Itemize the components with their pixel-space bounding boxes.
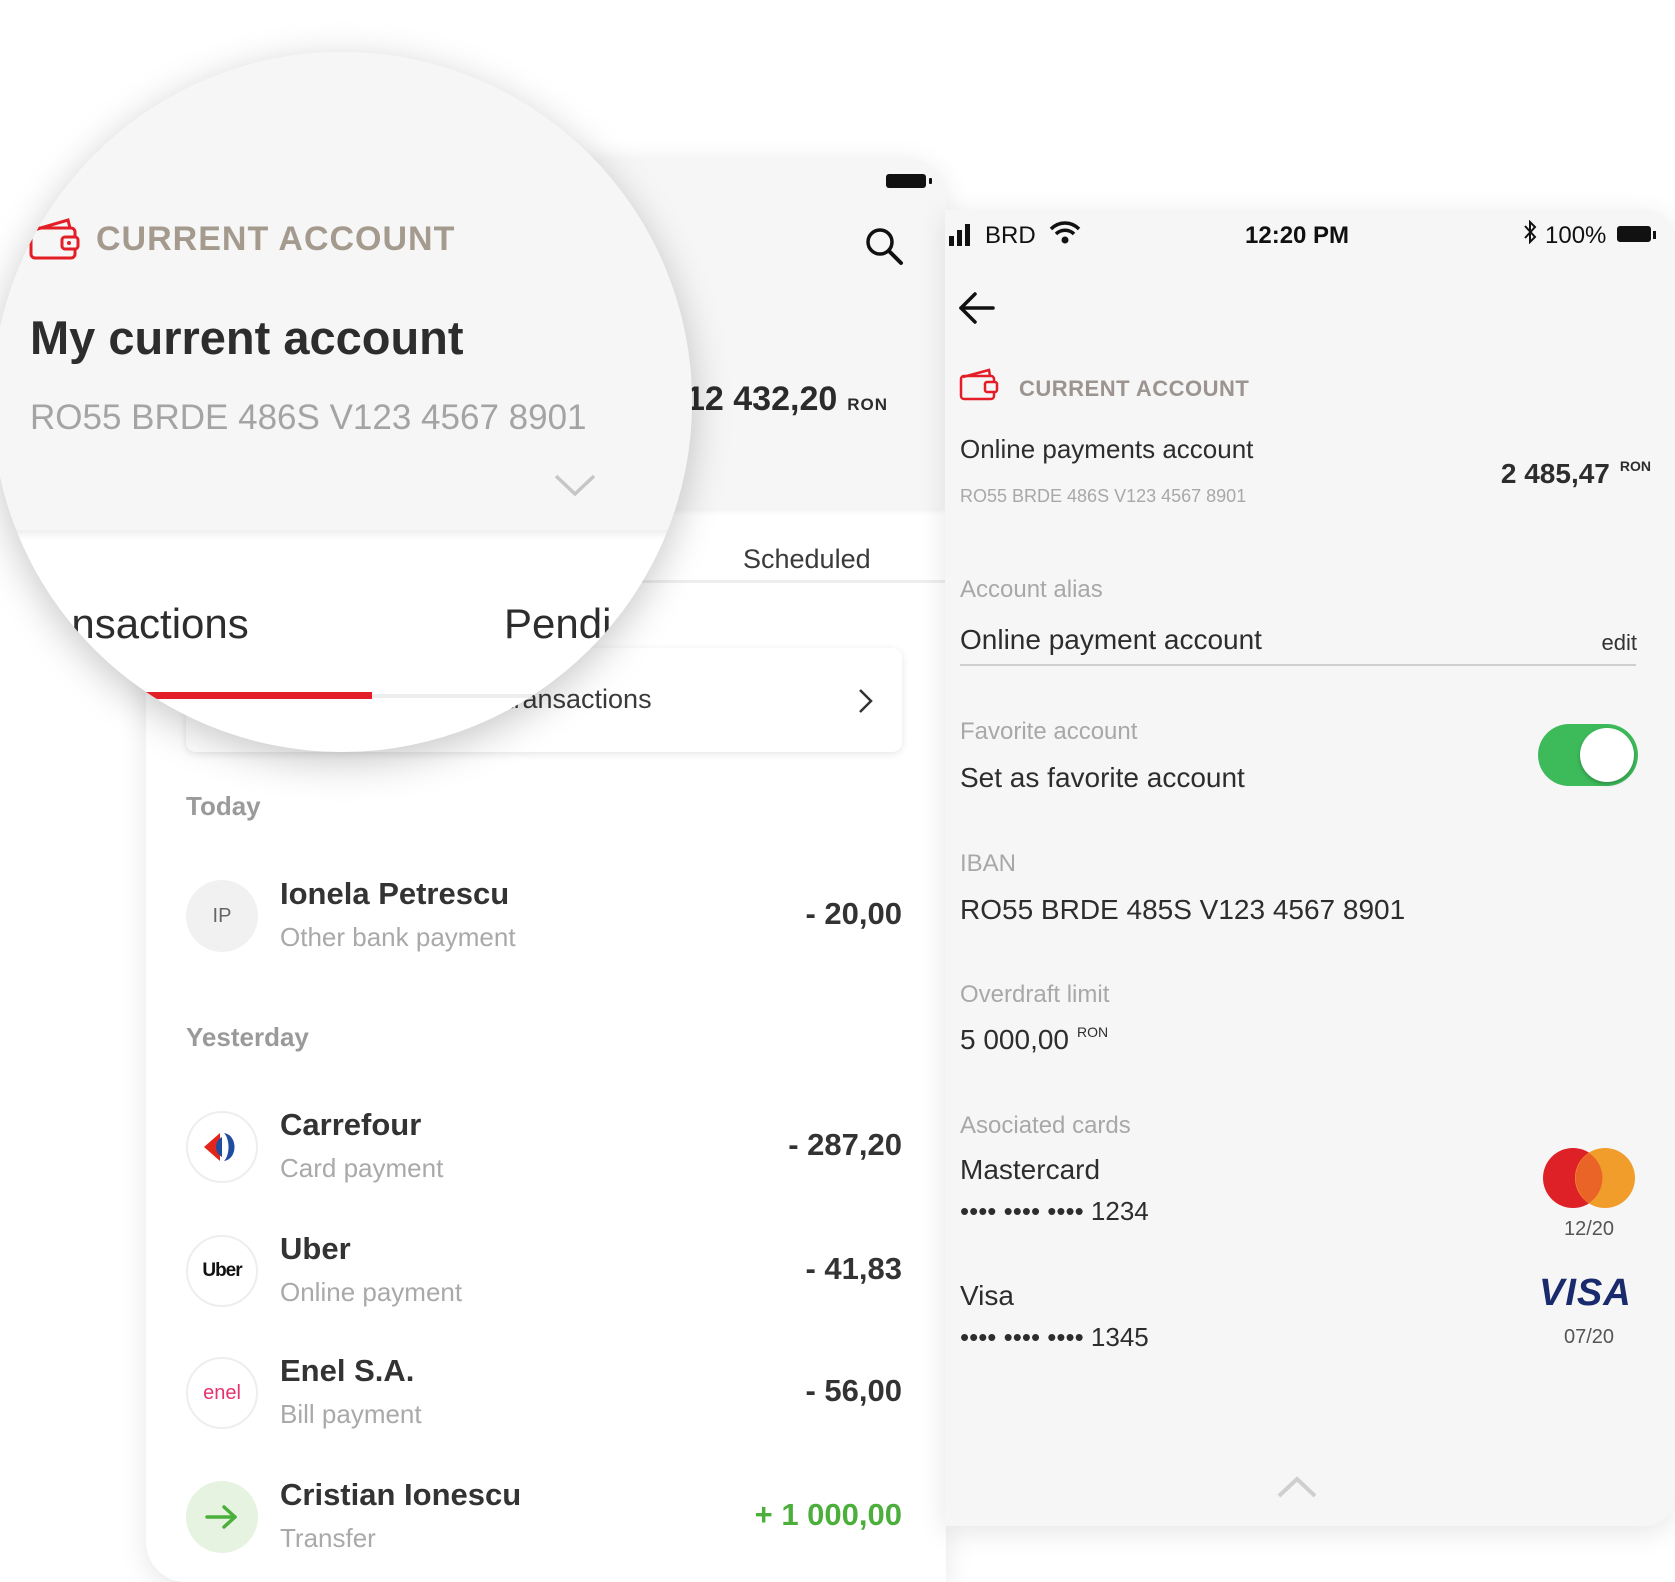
active-tab-indicator bbox=[32, 692, 372, 699]
account-balance: 2 485,47 RON bbox=[1501, 458, 1651, 490]
battery-icon bbox=[1617, 226, 1651, 242]
chevron-right-icon bbox=[859, 689, 873, 713]
transaction-name: Ionela Petrescu bbox=[280, 876, 510, 911]
status-bar: BRD 12:20 PM 100% bbox=[945, 220, 1675, 258]
battery-percent: 100% bbox=[1545, 222, 1607, 249]
battery-tip bbox=[1653, 231, 1656, 239]
transaction-name: Enel S.A. bbox=[280, 1353, 415, 1388]
favorite-label: Favorite account bbox=[960, 718, 1138, 745]
magnified-header bbox=[0, 52, 692, 530]
tab-scheduled[interactable]: Scheduled bbox=[743, 544, 871, 575]
card-name: Visa bbox=[960, 1280, 1014, 1311]
account-balance: 12 432,20 RON bbox=[686, 380, 888, 419]
wifi-icon bbox=[1049, 221, 1081, 244]
transaction-name: Uber bbox=[280, 1231, 351, 1266]
transaction-row[interactable]: Carrefour Card payment - 287,20 bbox=[146, 1107, 946, 1221]
transaction-type: Card payment bbox=[280, 1153, 444, 1183]
account-iban: RO55 BRDE 486S V123 4567 8901 bbox=[30, 398, 587, 437]
chevron-up-icon[interactable] bbox=[1275, 1474, 1319, 1500]
carrefour-logo-icon bbox=[186, 1111, 258, 1183]
uber-logo-icon: Uber bbox=[186, 1235, 258, 1307]
avatar: IP bbox=[186, 880, 258, 952]
transaction-amount: - 56,00 bbox=[805, 1373, 902, 1408]
day-label-yesterday: Yesterday bbox=[186, 1022, 309, 1052]
transaction-amount: - 287,20 bbox=[788, 1127, 902, 1162]
magnifier-zoom: CURRENT ACCOUNT My current account RO55 … bbox=[0, 52, 692, 752]
transaction-amount: - 41,83 bbox=[805, 1251, 902, 1286]
transaction-row[interactable]: Uber Uber Online payment - 41,83 bbox=[146, 1231, 946, 1345]
account-iban: RO55 BRDE 486S V123 4567 8901 bbox=[960, 486, 1247, 506]
clock: 12:20 PM bbox=[1245, 222, 1350, 249]
card-expiry: 12/20 bbox=[1563, 1218, 1615, 1240]
transaction-row[interactable]: IP Ionela Petrescu Other bank payment - … bbox=[146, 876, 946, 990]
transaction-row[interactable]: Cristian Ionescu Transfer + 1 000,00 bbox=[146, 1477, 946, 1582]
transaction-type: Online payment bbox=[280, 1277, 463, 1307]
account-details-screen: BRD 12:20 PM 100% CURRENT ACCOUNT Online… bbox=[945, 210, 1675, 1526]
mastercard-logo-icon bbox=[1543, 1148, 1635, 1208]
overdraft-amount: 5 000,00 bbox=[960, 1024, 1069, 1055]
toggle-knob bbox=[1580, 728, 1634, 782]
wallet-icon bbox=[29, 218, 80, 260]
overdraft-label: Overdraft limit bbox=[960, 981, 1110, 1008]
edit-alias-button[interactable]: edit bbox=[1602, 630, 1637, 656]
signal-bar bbox=[965, 224, 970, 246]
card-row-visa[interactable]: Visa •••• •••• •••• 1345 VISA 07/20 bbox=[945, 1272, 1675, 1390]
transaction-name: Carrefour bbox=[280, 1107, 422, 1142]
carrier-name: BRD bbox=[985, 222, 1036, 249]
card-number: •••• •••• •••• 1234 bbox=[960, 1196, 1149, 1226]
arrow-right-icon bbox=[186, 1481, 258, 1553]
back-arrow-icon[interactable] bbox=[957, 290, 997, 326]
iban-value: RO55 BRDE 485S V123 4567 8901 bbox=[960, 894, 1406, 925]
balance-currency: RON bbox=[1619, 458, 1651, 474]
transaction-type: Transfer bbox=[280, 1523, 376, 1553]
alias-field[interactable]: Online payment account bbox=[960, 624, 1262, 656]
card-name: Mastercard bbox=[960, 1154, 1101, 1185]
wallet-icon bbox=[959, 368, 999, 401]
enel-logo-icon: enel bbox=[186, 1357, 258, 1429]
transaction-name: Cristian Ionescu bbox=[280, 1477, 522, 1512]
alias-label: Account alias bbox=[960, 576, 1103, 603]
alias-underline bbox=[960, 664, 1636, 666]
favorite-toggle[interactable] bbox=[1538, 724, 1638, 786]
tab-transactions[interactable]: ransactions bbox=[34, 600, 249, 648]
account-name: My current account bbox=[30, 311, 464, 364]
card-number: •••• •••• •••• 1345 bbox=[960, 1322, 1149, 1352]
account-type: CURRENT ACCOUNT bbox=[1019, 376, 1250, 401]
visa-logo-icon: VISA bbox=[1539, 1272, 1632, 1314]
bluetooth-icon bbox=[1524, 220, 1537, 244]
chevron-down-icon[interactable] bbox=[552, 472, 598, 500]
card-expiry: 07/20 bbox=[1563, 1326, 1615, 1348]
signal-bar bbox=[957, 230, 962, 246]
signal-bar bbox=[949, 236, 954, 246]
transaction-type: Bill payment bbox=[280, 1399, 422, 1429]
transaction-row[interactable]: enel Enel S.A. Bill payment - 56,00 bbox=[146, 1353, 946, 1467]
overdraft-value: 5 000,00 RON bbox=[960, 1024, 1108, 1056]
card-row-mastercard[interactable]: Mastercard •••• •••• •••• 1234 12/20 bbox=[945, 1148, 1675, 1264]
battery-tip bbox=[929, 178, 932, 184]
account-name: Online payments account bbox=[960, 434, 1254, 464]
day-label-today: Today bbox=[186, 791, 261, 821]
transaction-type: Other bank payment bbox=[280, 922, 516, 952]
battery-icon bbox=[886, 174, 926, 188]
favorite-text: Set as favorite account bbox=[960, 762, 1245, 793]
account-type: CURRENT ACCOUNT bbox=[96, 220, 456, 258]
overdraft-currency: RON bbox=[1077, 1024, 1109, 1040]
cards-label: Asociated cards bbox=[960, 1112, 1131, 1139]
tab-divider bbox=[372, 694, 692, 698]
balance-amount: 12 432,20 bbox=[686, 380, 838, 418]
transaction-amount: - 20,00 bbox=[805, 896, 902, 931]
search-icon[interactable] bbox=[862, 224, 906, 268]
balance-amount: 2 485,47 bbox=[1500, 458, 1610, 489]
transaction-amount: + 1 000,00 bbox=[754, 1497, 902, 1532]
tab-pending[interactable]: Pendi bbox=[504, 600, 611, 648]
balance-currency: RON bbox=[847, 395, 889, 414]
iban-label: IBAN bbox=[960, 850, 1017, 877]
